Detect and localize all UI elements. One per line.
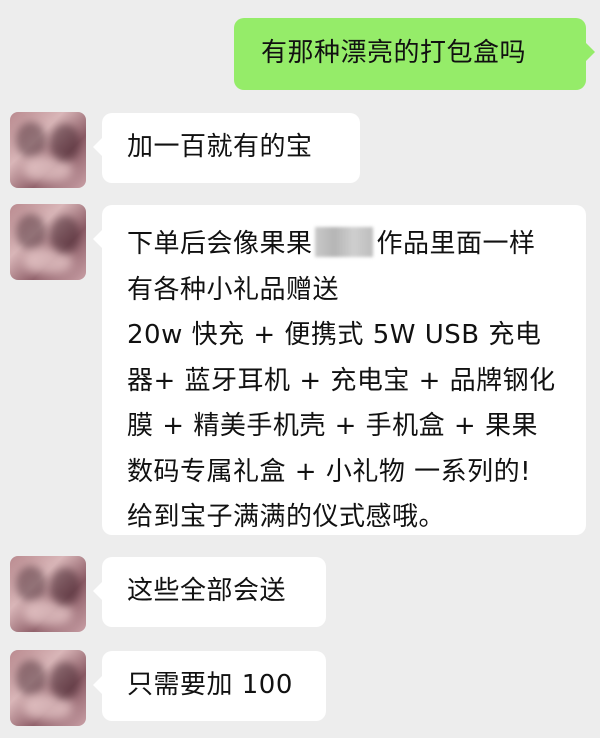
contact-avatar[interactable] xyxy=(10,650,86,726)
sent-message-text: 有那种漂亮的打包盒吗 xyxy=(261,38,527,68)
sent-message-bubble[interactable]: 有那种漂亮的打包盒吗 xyxy=(234,18,595,90)
received-message-text: 加一百就有的宝 xyxy=(127,132,313,162)
message-line: 下单后会像果果 作品里面一样 xyxy=(127,222,586,268)
received-message-text: 这些全部会送 xyxy=(127,576,287,606)
message-line: 膜 + 精美手机壳 + 手机盒 + 果果 xyxy=(127,411,538,441)
received-message-bubble[interactable]: 加一百就有的宝 xyxy=(93,113,360,183)
received-message-bubble[interactable]: 下单后会像果果 作品里面一样 有各种小礼品赠送 20w 快充 + 便携式 5W U… xyxy=(93,205,586,535)
message-line: 数码专属礼盒 + 小礼物 一系列的! xyxy=(127,456,532,487)
received-message-bubble[interactable]: 只需要加 100 xyxy=(93,651,326,721)
message-text: 作品里面一样 xyxy=(376,229,536,259)
message-text: 下单后会像果果 xyxy=(127,229,313,259)
received-message-text: 只需要加 100 xyxy=(127,670,293,700)
message-line: 给到宝子满满的仪式感哦。 xyxy=(127,502,446,532)
censored-name-blur xyxy=(314,226,373,257)
contact-avatar[interactable] xyxy=(10,112,86,188)
received-message-bubble[interactable]: 这些全部会送 xyxy=(93,557,326,627)
message-line: 20w 快充 + 便携式 5W USB 充电 xyxy=(127,320,542,350)
contact-avatar[interactable] xyxy=(10,556,86,632)
message-line: 有各种小礼品赠送 xyxy=(127,274,340,305)
contact-avatar[interactable] xyxy=(10,204,86,280)
message-line: 器+ 蓝牙耳机 + 充电宝 + 品牌钢化 xyxy=(127,365,556,396)
